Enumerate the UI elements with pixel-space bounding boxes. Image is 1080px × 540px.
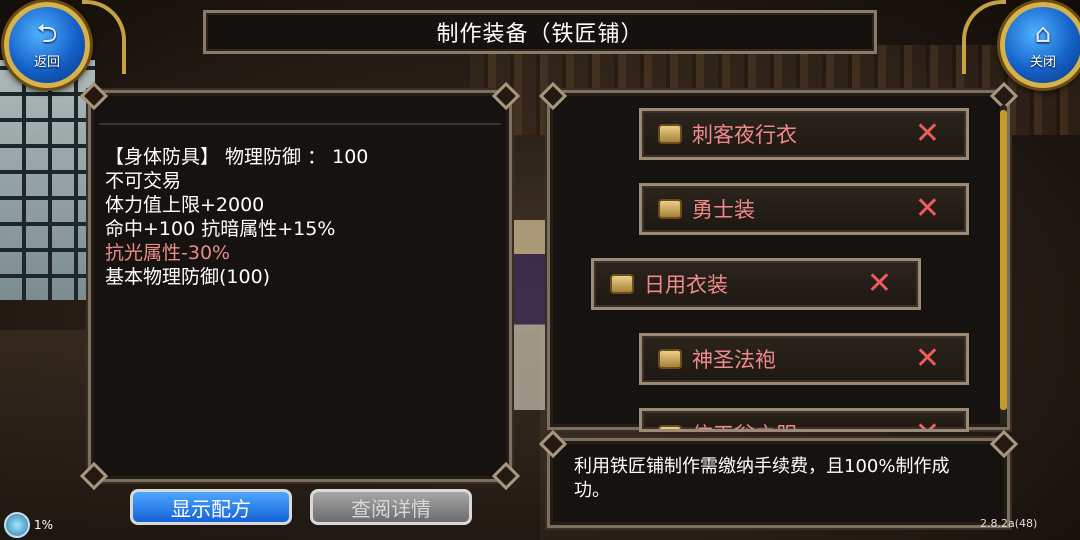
scroll-icon bbox=[658, 124, 682, 144]
status-percent: 1% bbox=[34, 518, 54, 532]
info-line: 体力值上限+2000 bbox=[105, 194, 265, 216]
close-button[interactable]: ⌂ 关闭 bbox=[1000, 2, 1080, 88]
home-icon: ⌂ bbox=[1034, 18, 1052, 49]
info-line: 基本物理防御(100) bbox=[105, 266, 271, 288]
scroll-icon bbox=[658, 199, 682, 219]
scroll-icon bbox=[610, 274, 634, 294]
description-panel: 利用铁匠铺制作需缴纳手续费，且100%制作成功。 bbox=[547, 438, 1010, 528]
info-line: 命中+100 抗暗属性+15% bbox=[105, 218, 336, 240]
recipe-item-name: 刺客夜行衣 bbox=[692, 123, 797, 147]
recipe-item-name: 勇士装 bbox=[692, 198, 755, 222]
unavailable-x-icon: ✕ bbox=[915, 417, 940, 430]
close-button-label: 关闭 bbox=[1029, 54, 1056, 70]
info-line: 不可交易 bbox=[105, 170, 182, 192]
loading-globe-icon bbox=[4, 512, 30, 538]
player-character bbox=[510, 220, 548, 410]
unavailable-x-icon: ✕ bbox=[914, 341, 940, 376]
show-recipe-button[interactable]: 显示配方 bbox=[130, 489, 292, 525]
recipe-item-selected[interactable]: 日用衣装 ✕ bbox=[591, 258, 921, 310]
recipe-item-name: 信天翁之服 bbox=[692, 419, 797, 429]
info-panel-header bbox=[99, 101, 501, 125]
scroll-icon bbox=[658, 425, 682, 429]
version-label: 2.8.2a(48) bbox=[980, 517, 1038, 530]
back-button[interactable]: ⮌ 返回 bbox=[4, 2, 90, 88]
gold-ornament-right bbox=[962, 0, 1006, 74]
unavailable-x-icon: ✕ bbox=[914, 116, 940, 151]
window-title: 制作装备（铁匠铺） bbox=[436, 22, 644, 47]
unavailable-x-icon: ✕ bbox=[866, 266, 892, 301]
unavailable-x-icon: ✕ bbox=[914, 191, 940, 226]
recipe-item[interactable]: 神圣法袍 ✕ bbox=[639, 333, 969, 385]
description-text: 利用铁匠铺制作需缴纳手续费，且100%制作成功。 bbox=[574, 456, 950, 501]
list-scrollbar-thumb[interactable] bbox=[1000, 110, 1007, 410]
item-info-panel: 【身体防具】 物理防御 ： 100 不可交易 体力值上限+2000 命中+100… bbox=[88, 90, 512, 482]
scroll-icon bbox=[658, 349, 682, 369]
window-title-bar: 制作装备（铁匠铺） bbox=[203, 10, 877, 54]
recipe-item[interactable]: 刺客夜行衣 ✕ bbox=[639, 108, 969, 160]
back-arrow-icon: ⮌ bbox=[36, 18, 58, 49]
recipe-item-name: 神圣法袍 bbox=[692, 348, 776, 372]
info-line-warning: 抗光属性-30% bbox=[105, 242, 231, 264]
status-indicator: 1% bbox=[4, 512, 53, 538]
view-detail-button[interactable]: 查阅详情 bbox=[310, 489, 472, 525]
recipe-item[interactable]: 勇士装 ✕ bbox=[639, 183, 969, 235]
info-line: 【身体防具】 物理防御 ： 100 bbox=[105, 146, 369, 168]
item-info-text: 【身体防具】 物理防御 ： 100 不可交易 体力值上限+2000 命中+100… bbox=[105, 145, 368, 289]
recipe-item-name: 日用衣装 bbox=[644, 273, 728, 297]
back-button-label: 返回 bbox=[33, 54, 60, 70]
recipe-item[interactable]: 信天翁之服 ✕ bbox=[639, 408, 969, 432]
gold-ornament-left bbox=[82, 0, 126, 74]
